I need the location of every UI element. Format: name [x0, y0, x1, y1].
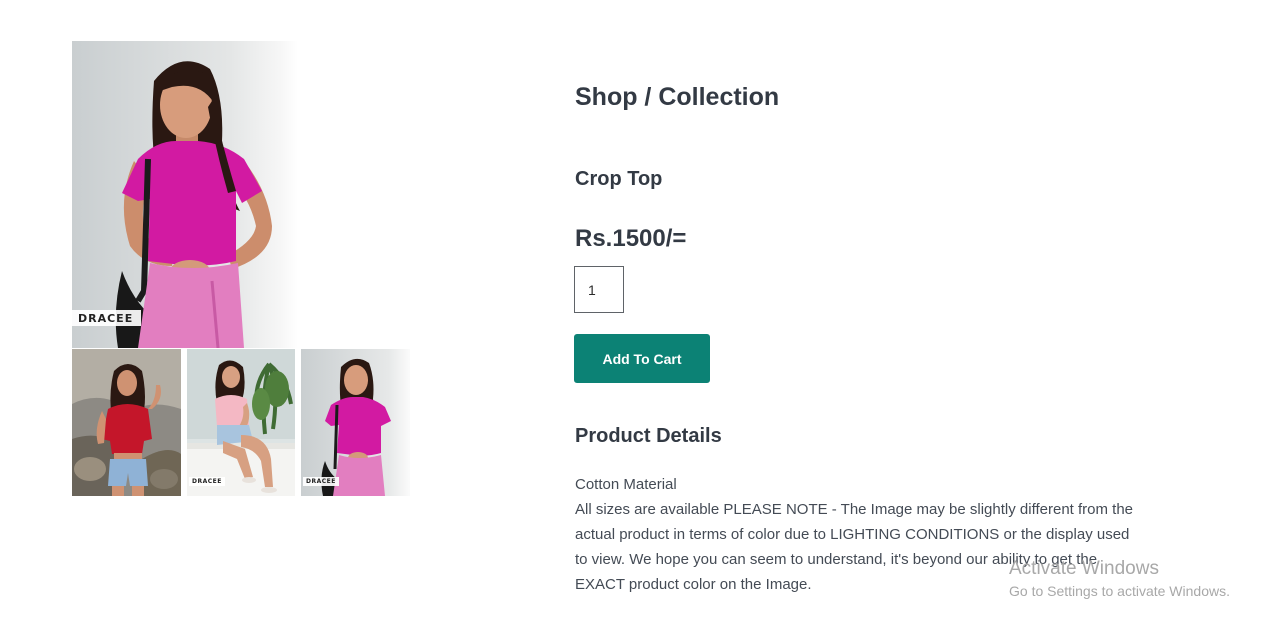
- product-details-text: Cotton Material All sizes are available …: [575, 472, 1135, 597]
- thumbnail-1[interactable]: [72, 349, 181, 496]
- brand-watermark: DRACEE: [72, 310, 142, 326]
- model-pink-top-sitting-photo: [187, 349, 295, 496]
- thumbnail-3[interactable]: DRACEE: [301, 349, 410, 496]
- model-red-top-photo: [72, 349, 181, 496]
- thumbnail-2[interactable]: DRACEE: [187, 349, 295, 496]
- product-price: Rs.1500/=: [575, 225, 687, 252]
- details-line-material: Cotton Material: [575, 476, 677, 493]
- details-line-note: All sizes are available PLEASE NOTE - Th…: [575, 501, 1134, 593]
- product-page: DRACEE DRACEE DRACEE Shop / Collection C…: [0, 0, 1275, 625]
- model-magenta-top-photo: [72, 41, 298, 348]
- breadcrumb: Shop / Collection: [575, 83, 780, 111]
- model-magenta-top-photo: [301, 349, 410, 496]
- quantity-input[interactable]: [574, 266, 624, 313]
- brand-watermark: DRACEE: [303, 477, 339, 486]
- product-title: Crop Top: [575, 168, 663, 190]
- brand-watermark: DRACEE: [189, 477, 225, 486]
- product-details-heading: Product Details: [575, 425, 722, 447]
- main-product-image[interactable]: DRACEE: [72, 41, 298, 348]
- add-to-cart-button[interactable]: Add To Cart: [574, 334, 710, 383]
